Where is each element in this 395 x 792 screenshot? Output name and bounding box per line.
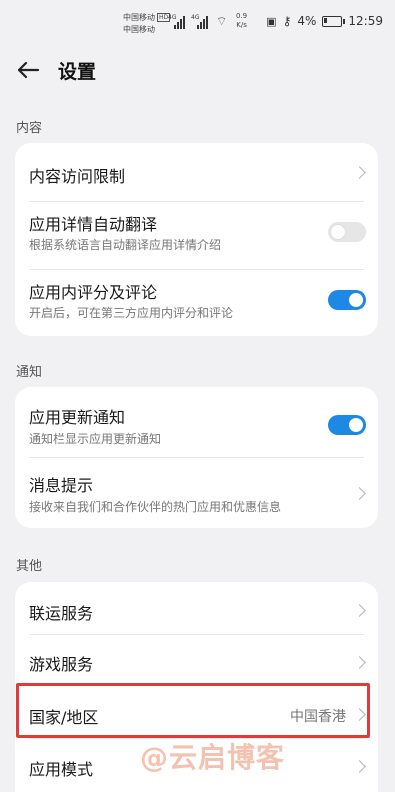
nfc-icon: ▣	[266, 14, 277, 28]
row-label: 应用详情自动翻译	[29, 215, 158, 234]
row-description: 开启后，可在第三方应用内评分和评论	[29, 306, 234, 320]
row-label: 应用内评分及评论	[29, 283, 158, 302]
section-title-notify: 通知	[16, 365, 43, 380]
content-access-restriction-row[interactable]: 内容访问限制	[15, 143, 378, 201]
status-right: ▣ ⚷ 4% 12:59	[266, 14, 383, 28]
back-arrow-icon[interactable]	[14, 56, 42, 84]
chevron-right-icon	[353, 656, 366, 669]
in-app-rating-row[interactable]: 应用内评分及评论 开启后，可在第三方应用内评分和评论	[15, 270, 378, 336]
row-label: 消息提示	[29, 476, 94, 495]
page-title: 设置	[58, 61, 97, 83]
section-title-other: 其他	[16, 559, 43, 574]
carrier-2: 中国移动	[123, 25, 155, 34]
chevron-right-icon	[353, 166, 366, 179]
update-notification-row[interactable]: 应用更新通知 通知栏显示应用更新通知	[15, 387, 378, 457]
battery-icon	[322, 15, 346, 27]
signal-icon-1: 4G	[168, 14, 185, 29]
signal-icon-2: 4G	[191, 14, 208, 29]
key-icon: ⚷	[282, 14, 292, 28]
carrier-info: 中国移动 HD 中国移动	[123, 12, 171, 36]
in-app-rating-toggle[interactable]	[328, 290, 366, 310]
wifi-icon: ⌔	[216, 14, 228, 28]
update-notification-toggle[interactable]	[328, 415, 366, 435]
chevron-right-icon	[353, 604, 366, 617]
auto-translate-toggle[interactable]	[328, 222, 366, 242]
network-speed: 0.9 K/s	[236, 12, 248, 29]
battery-percent: 4%	[297, 14, 317, 28]
chevron-right-icon	[353, 760, 366, 773]
message-prompt-row[interactable]: 消息提示 接收来自我们和合作伙伴的热门应用和优惠信息	[15, 458, 378, 528]
highlight-box	[16, 683, 370, 738]
status-bar: 中国移动 HD 中国移动 4G 4G ⌔ 0.9 K/s ▣ ⚷ 4% 12:59	[0, 0, 395, 46]
carrier-1: 中国移动	[123, 13, 155, 22]
app-header: 设置	[0, 46, 395, 94]
game-service-row[interactable]: 游戏服务	[15, 635, 378, 685]
row-description: 接收来自我们和合作伙伴的热门应用和优惠信息	[29, 500, 282, 514]
row-label: 联运服务	[29, 604, 94, 623]
watermark: @云启博客	[140, 741, 286, 774]
chevron-right-icon	[353, 487, 366, 500]
row-label: 内容访问限制	[29, 167, 126, 186]
row-label: 应用更新通知	[29, 408, 126, 427]
joint-operation-service-row[interactable]: 联运服务	[15, 582, 378, 634]
row-label: 应用模式	[29, 760, 94, 779]
notify-settings-card: 应用更新通知 通知栏显示应用更新通知 消息提示 接收来自我们和合作伙伴的热门应用…	[15, 387, 378, 528]
row-label: 游戏服务	[29, 655, 94, 674]
signal-icons: 4G 4G ⌔	[168, 14, 228, 29]
content-settings-card: 内容访问限制 应用详情自动翻译 根据系统语言自动翻译应用详情介绍 应用内评分及评…	[15, 143, 378, 336]
section-title-content: 内容	[16, 121, 43, 136]
auto-translate-row[interactable]: 应用详情自动翻译 根据系统语言自动翻译应用详情介绍	[15, 202, 378, 269]
row-description: 根据系统语言自动翻译应用详情介绍	[29, 238, 222, 252]
clock: 12:59	[348, 14, 383, 28]
row-description: 通知栏显示应用更新通知	[29, 432, 162, 446]
